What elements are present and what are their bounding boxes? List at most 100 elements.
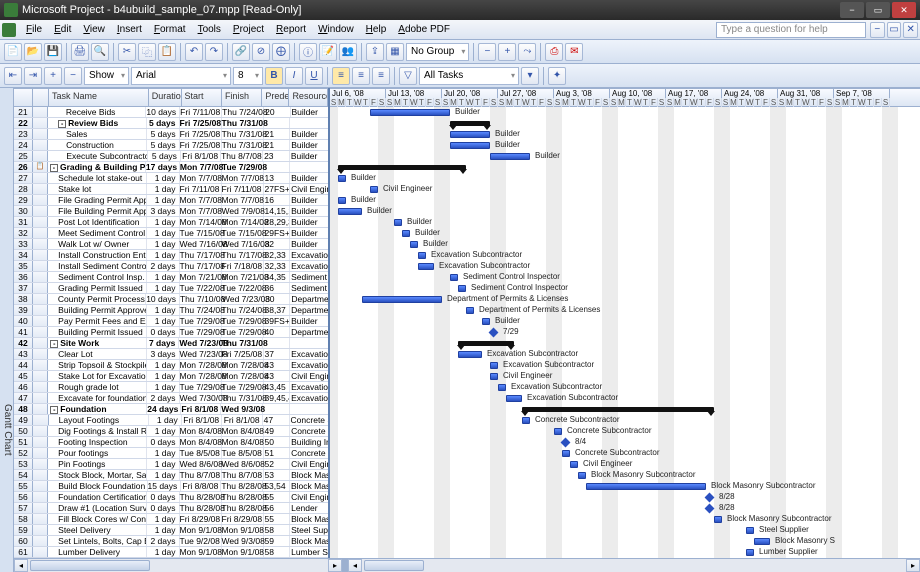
milestone-marker[interactable] [489,328,499,338]
table-row[interactable]: 37Grading Permit Issued1 dayTue 7/22/08T… [14,283,328,294]
milestone-marker[interactable] [561,438,571,448]
gantt-body[interactable]: BuilderBuilderBuilderBuilderBuilderCivil… [330,107,920,572]
scroll-left-button-2[interactable]: ◂ [348,559,362,572]
task-bar[interactable] [402,230,410,237]
hide-subtasks-button[interactable]: − [64,67,82,85]
task-bar[interactable] [466,307,474,314]
scroll-thumb-right[interactable] [364,560,424,571]
task-bar[interactable] [450,142,490,149]
group-button[interactable]: ▦ [386,43,404,61]
table-row[interactable]: 32Meet Sediment Control Inspector1 dayTu… [14,228,328,239]
task-bar[interactable] [490,362,498,369]
col-id[interactable] [14,89,33,106]
task-bar[interactable] [490,153,530,160]
task-bar[interactable] [554,428,562,435]
gantt-row[interactable]: Builder [330,107,920,118]
pdf-button[interactable]: ⎙ [545,43,563,61]
close-button[interactable]: ✕ [892,2,916,18]
summary-bar[interactable] [450,121,490,126]
table-row[interactable]: 22-Review Bids5 daysFri 7/25/08Thu 7/31/… [14,118,328,129]
table-row[interactable]: 28Stake lot1 dayFri 7/11/08Fri 7/11/0827… [14,184,328,195]
zoom-out-button[interactable]: − [478,43,496,61]
table-row[interactable]: 61Lumber Delivery1 dayMon 9/1/08Mon 9/1/… [14,547,328,558]
week-header[interactable]: Jul 13, '08 [386,89,442,98]
task-bar[interactable] [338,208,362,215]
print-preview-button[interactable]: 🔍 [91,43,109,61]
align-left-button[interactable]: ≡ [332,67,350,85]
col-indicators[interactable] [33,89,49,106]
col-taskname[interactable]: Task Name [49,89,149,106]
wizard-button[interactable]: ✦ [548,67,566,85]
redo-button[interactable]: ↷ [205,43,223,61]
task-bar[interactable] [498,384,506,391]
table-row[interactable]: 27Schedule lot stake-out1 dayMon 7/7/08M… [14,173,328,184]
split-button[interactable]: ⨁ [272,43,290,61]
milestone-marker[interactable] [705,504,715,514]
milestone-marker[interactable] [705,493,715,503]
view-bar[interactable]: Gantt Chart [0,88,14,572]
table-row[interactable]: 60Set Lintels, Bolts, Cap Block2 daysTue… [14,536,328,547]
align-center-button[interactable]: ≡ [352,67,370,85]
fontsize-select[interactable]: 8 [233,67,263,85]
timescale-header[interactable]: Jul 6, '08SMTWTFSJul 13, '08SMTWTFSJul 2… [330,88,920,107]
menu-edit[interactable]: Edit [48,22,77,37]
gantt-row[interactable]: Civil Engineer [330,459,920,470]
info-button[interactable]: ⓘ [299,43,317,61]
open-button[interactable]: 📂 [24,43,42,61]
gantt-row[interactable]: 7/29 [330,327,920,338]
gantt-row[interactable] [330,162,920,173]
task-bar[interactable] [410,241,418,248]
task-bar[interactable] [418,252,426,259]
table-row[interactable]: 44Strip Topsoil & Stockpile1 dayMon 7/28… [14,360,328,371]
table-row[interactable]: 47Excavate for foundation2 daysWed 7/30/… [14,393,328,404]
week-header[interactable]: Aug 17, '08 [666,89,722,98]
summary-bar[interactable] [338,165,466,170]
table-row[interactable]: 33Walk Lot w/ Owner1 dayWed 7/16/08Wed 7… [14,239,328,250]
gantt-row[interactable]: Block Masonry Subcontractor [330,514,920,525]
gantt-row[interactable]: Block Masonry S [330,536,920,547]
gantt-row[interactable]: Block Masonry Subcontractor [330,470,920,481]
table-row[interactable]: 57Draw #1 (Location Survey)0 daysThu 8/2… [14,503,328,514]
task-bar[interactable] [522,417,530,424]
table-row[interactable]: 52Pour footings1 dayTue 8/5/08Tue 8/5/08… [14,448,328,459]
menu-window[interactable]: Window [312,22,360,37]
publish-button[interactable]: ⇪ [366,43,384,61]
assign-button[interactable]: 👥 [339,43,357,61]
table-row[interactable]: 21Receive Bids10 daysFri 7/11/08Thu 7/24… [14,107,328,118]
gantt-row[interactable]: Concrete Subcontractor [330,448,920,459]
task-bar[interactable] [754,538,770,545]
task-bar[interactable] [458,351,482,358]
gantt-row[interactable]: Civil Engineer [330,371,920,382]
underline-button[interactable]: U [305,67,323,85]
help-search-box[interactable]: Type a question for help [716,22,866,38]
table-row[interactable]: 50Dig Footings & Install Reinforcing1 da… [14,426,328,437]
menu-file[interactable]: File [20,22,48,37]
task-bar[interactable] [506,395,522,402]
paste-button[interactable]: 📋 [158,43,176,61]
notes-button[interactable]: 📝 [319,43,337,61]
task-bar[interactable] [362,296,442,303]
gantt-row[interactable]: Excavation Subcontractor [330,349,920,360]
horizontal-scrollbar[interactable]: ◂ ▸ ◂ ▸ [14,558,920,572]
pdf-mail-button[interactable]: ✉ [565,43,583,61]
table-row[interactable]: 29File Grading Permit Application1 dayMo… [14,195,328,206]
zoom-in-button[interactable]: + [498,43,516,61]
new-button[interactable]: 📄 [4,43,22,61]
gantt-row[interactable] [330,338,920,349]
table-row[interactable]: 56Foundation Certification0 daysThu 8/28… [14,492,328,503]
task-bar[interactable] [370,109,450,116]
save-button[interactable]: 💾 [44,43,62,61]
mdi-restore-button[interactable]: ▭ [887,22,902,38]
gantt-row[interactable]: Builder [330,316,920,327]
gantt-row[interactable]: 8/28 [330,492,920,503]
show-select[interactable]: Show [84,67,129,85]
task-bar[interactable] [450,274,458,281]
task-bar[interactable] [418,263,434,270]
week-header[interactable]: Jul 20, '08 [442,89,498,98]
menu-project[interactable]: Project [227,22,270,37]
copy-button[interactable]: ⿻ [138,43,156,61]
gantt-chart[interactable]: Jul 6, '08SMTWTFSJul 13, '08SMTWTFSJul 2… [330,88,920,572]
task-bar[interactable] [714,516,722,523]
gantt-row[interactable]: Excavation Subcontractor [330,393,920,404]
gantt-row[interactable]: Builder [330,195,920,206]
